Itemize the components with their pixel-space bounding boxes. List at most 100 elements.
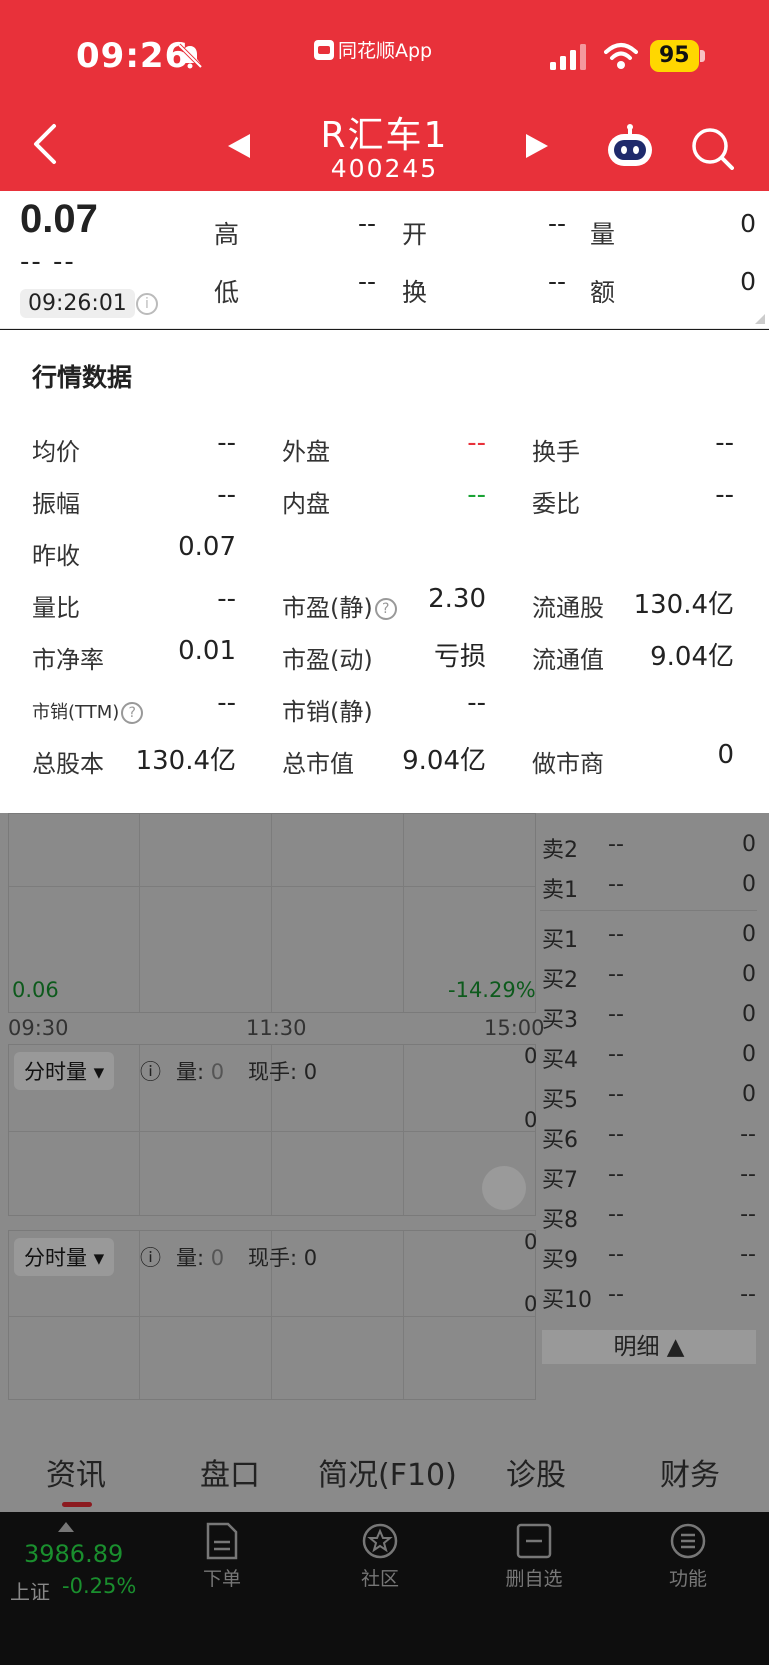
quote-value-amount: 0 <box>740 267 756 296</box>
volume-help-icon[interactable]: ⓘ <box>140 1056 161 1086</box>
volume-readout-2: 量: 0 <box>176 1242 224 1272</box>
label-total-shares: 总股本 <box>32 750 104 778</box>
label-outer-volume: 外盘 <box>282 438 330 466</box>
header: 09:26 同花顺App 95 R汇车1 400245 <box>0 0 769 191</box>
value-total-shares: 130.4亿 <box>135 746 236 776</box>
info-icon[interactable]: i <box>136 293 158 315</box>
label-pe-static-text: 市盈(静) <box>282 594 373 622</box>
book-qty: 0 <box>742 1082 756 1107</box>
time-axis-start: 09:30 <box>8 1016 69 1040</box>
volume-selector-label: 分时量 <box>24 1246 87 1270</box>
hand-readout-2: 现手: 0 <box>248 1242 317 1272</box>
minus-box-icon <box>516 1523 552 1559</box>
app-badge[interactable]: 同花顺App <box>314 36 432 63</box>
last-price: 0.07 <box>20 197 98 241</box>
chart-low-price: 0.06 <box>12 978 59 1002</box>
book-price: -- <box>608 922 624 947</box>
tab-diagnosis[interactable]: 诊股 <box>506 1450 566 1494</box>
value-prev-close: 0.07 <box>178 532 236 562</box>
value-amplitude: -- <box>217 480 236 510</box>
book-level: 买4 <box>542 1048 578 1073</box>
book-row: 买4 -- 0 <box>542 1042 756 1076</box>
next-stock-button[interactable] <box>522 132 550 160</box>
volume-selector-2[interactable]: 分时量 ▾ <box>14 1238 115 1276</box>
nav-place-order[interactable]: 下单 <box>162 1522 282 1591</box>
index-expand-icon[interactable] <box>58 1522 74 1532</box>
quote-label-amount: 额 <box>590 278 616 307</box>
detail-button[interactable]: 明细 ▲ <box>542 1330 756 1364</box>
hand-label: 现手: <box>248 1246 298 1270</box>
book-qty: -- <box>740 1282 756 1307</box>
fullscreen-expand-icon[interactable] <box>482 1166 526 1210</box>
expand-corner-icon[interactable] <box>755 314 765 324</box>
hand-value: 0 <box>303 1246 318 1270</box>
label-pb-ratio: 市净率 <box>32 646 104 674</box>
nav-functions[interactable]: 功能 <box>628 1522 748 1591</box>
screen: 09:26 同花顺App 95 R汇车1 400245 0.07 -- -- 0… <box>0 0 769 1665</box>
value-order-ratio: -- <box>715 480 734 510</box>
book-row: 买2 -- 0 <box>542 962 756 996</box>
quote-value-volume: 0 <box>740 209 756 238</box>
time-axis-end: 15:00 <box>484 1016 545 1040</box>
index-value[interactable]: 3986.89 <box>24 1540 123 1568</box>
value-pe-dynamic: 亏损 <box>433 642 486 672</box>
tab-bar: 资讯 盘口 简况(F10) 诊股 财务 <box>0 1420 769 1512</box>
book-qty: 0 <box>742 872 756 897</box>
book-row: 买10 -- -- <box>542 1282 756 1316</box>
label-float-shares: 流通股 <box>532 594 604 622</box>
value-float-value: 9.04亿 <box>650 642 734 672</box>
book-level: 买7 <box>542 1168 578 1193</box>
label-market-maker: 做市商 <box>532 750 604 778</box>
quote-value-open: -- <box>547 209 566 238</box>
nav-remove-watchlist-label: 删自选 <box>505 1568 563 1590</box>
robot-assistant-icon[interactable] <box>604 124 656 172</box>
book-row: 卖1 -- 0 <box>542 872 756 906</box>
volume-value: 0 <box>210 1060 225 1084</box>
tab-order-book[interactable]: 盘口 <box>200 1450 260 1494</box>
book-qty: -- <box>740 1242 756 1267</box>
battery-level: 95 <box>650 40 699 72</box>
document-icon <box>206 1522 238 1560</box>
book-price: -- <box>608 1002 624 1027</box>
market-data-panel: 行情数据 均价 -- 外盘 -- 换手 -- 振幅 -- 内盘 -- 委比 --… <box>0 330 769 813</box>
value-outer-volume: -- <box>467 428 486 458</box>
volume-value: 0 <box>210 1246 225 1270</box>
quote-value-high: -- <box>357 209 376 238</box>
tab-news[interactable]: 资讯 <box>46 1450 106 1494</box>
hand-readout-1: 现手: 0 <box>248 1056 317 1086</box>
book-price: -- <box>608 872 624 897</box>
label-ps-static: 市销(静) <box>282 698 373 726</box>
detail-label: 明细 <box>613 1334 660 1360</box>
value-avg-price: -- <box>217 428 236 458</box>
label-turnover-rate: 换手 <box>532 438 580 466</box>
value-pb-ratio: 0.01 <box>178 636 236 666</box>
book-qty: -- <box>740 1202 756 1227</box>
label-ps-ttm: 市销(TTM)? <box>32 698 144 724</box>
nav-community[interactable]: 社区 <box>320 1522 440 1591</box>
book-qty: -- <box>740 1122 756 1147</box>
cellular-signal-icon <box>550 44 586 70</box>
nav-remove-watchlist[interactable]: 删自选 <box>474 1522 594 1591</box>
book-price: -- <box>608 1162 624 1187</box>
value-inner-volume: -- <box>467 480 486 510</box>
axis-zero: 0 <box>524 1292 538 1316</box>
book-price: -- <box>608 1122 624 1147</box>
volume-selector-label: 分时量 <box>24 1060 87 1084</box>
volume-label: 量: <box>176 1060 205 1084</box>
label-inner-volume: 内盘 <box>282 490 330 518</box>
book-price: -- <box>608 1202 624 1227</box>
book-row: 买3 -- 0 <box>542 1002 756 1036</box>
value-ps-ttm: -- <box>217 688 236 718</box>
book-row: 买8 -- -- <box>542 1202 756 1236</box>
search-icon[interactable] <box>690 126 734 170</box>
tab-f10-overview[interactable]: 简况(F10) <box>318 1450 457 1494</box>
value-market-maker: 0 <box>717 740 734 770</box>
volume-help-icon[interactable]: ⓘ <box>140 1242 161 1272</box>
volume-selector-1[interactable]: 分时量 ▾ <box>14 1052 115 1090</box>
label-pe-static: 市盈(静)? <box>282 588 397 623</box>
tab-financials[interactable]: 财务 <box>660 1450 720 1494</box>
panel-title: 行情数据 <box>32 363 133 392</box>
book-divider <box>540 910 757 911</box>
battery-tip <box>700 50 705 62</box>
quote-label-low: 低 <box>214 278 240 307</box>
